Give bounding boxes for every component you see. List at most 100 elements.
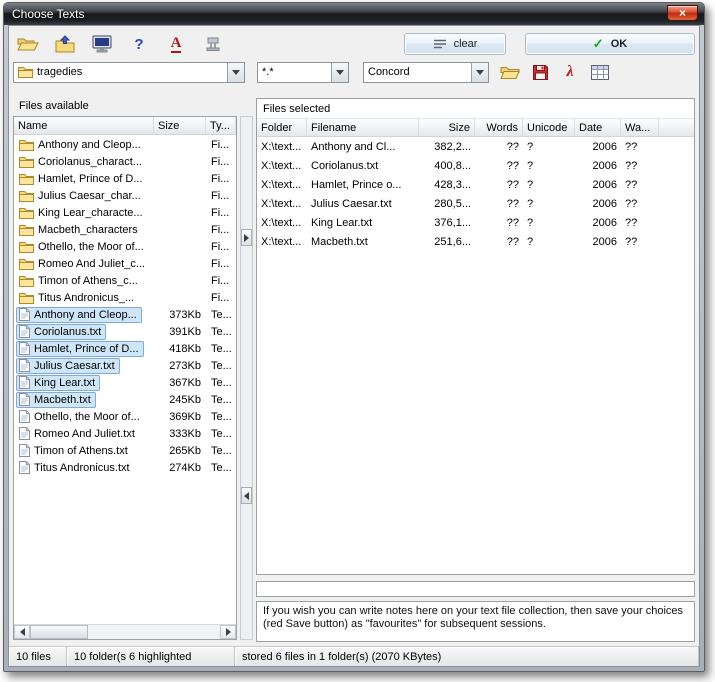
scroll-right-button[interactable] (220, 625, 236, 639)
folder-icon (19, 190, 34, 202)
cell-date: 2006 (575, 198, 621, 210)
titlebar[interactable]: Choose Texts (4, 3, 704, 25)
move-right-button[interactable] (241, 229, 252, 246)
folder-combo-arrow[interactable] (227, 63, 244, 82)
folder-icon (19, 241, 34, 253)
cell-filename: Anthony and Cl... (307, 141, 419, 153)
help-button[interactable]: ? (124, 32, 154, 56)
cell-folder: X:\text... (257, 141, 307, 153)
list-item[interactable]: Timon of Athens.txt265KbTe... (14, 442, 236, 459)
pattern-combo[interactable]: *.* (257, 62, 349, 83)
list-item[interactable]: Anthony and Cleop...Fi... (14, 136, 236, 153)
file-name: Anthony and Cleop... (34, 309, 137, 321)
table-row[interactable]: X:\text...Julius Caesar.txt280,5...???20… (257, 194, 694, 213)
view-button[interactable] (87, 32, 117, 56)
list-item[interactable]: Romeo And Juliet_c...Fi... (14, 255, 236, 272)
file-icon (19, 359, 30, 372)
tool-combo-arrow[interactable] (471, 63, 488, 82)
table-row[interactable]: X:\text...Hamlet, Prince o...428,3...???… (257, 175, 694, 194)
list-item[interactable]: Othello, the Moor of...Fi... (14, 238, 236, 255)
file-type: Fi... (206, 207, 236, 219)
scroll-left-button[interactable] (14, 625, 30, 639)
list-item[interactable]: Julius Caesar.txt273KbTe... (14, 357, 236, 374)
file-icon (19, 308, 30, 321)
dropdown-arrow-icon (476, 70, 484, 75)
stats-button[interactable] (587, 61, 613, 83)
list-item[interactable]: Macbeth_charactersFi... (14, 221, 236, 238)
cell-unicode: ? (523, 198, 575, 210)
column-header[interactable]: Name (14, 117, 154, 134)
column-header[interactable]: Unicode (523, 119, 575, 136)
close-button[interactable]: × (667, 5, 698, 21)
file-icon (19, 427, 30, 440)
folder-icon (19, 275, 34, 287)
list-item[interactable]: Romeo And Juliet.txt333KbTe... (14, 425, 236, 442)
selection-box: Macbeth_characters (16, 222, 143, 238)
close-icon: × (679, 7, 686, 19)
font-button[interactable]: A (161, 32, 191, 56)
pattern-combo-arrow[interactable] (331, 63, 348, 82)
folder-up-button[interactable] (50, 32, 80, 56)
list-item[interactable]: King Lear_characte... Fi... (14, 204, 236, 221)
table-row[interactable]: X:\text...Anthony and Cl...382,2...???20… (257, 137, 694, 156)
selection-box: Hamlet, Prince of D... (16, 171, 148, 187)
file-name: Othello, the Moor of... (38, 241, 144, 253)
scrollbar-track[interactable] (30, 625, 220, 639)
script-icon: λ (566, 63, 573, 81)
list-item[interactable]: Titus Andronicus_...Fi... (14, 289, 236, 306)
window-frame: ? A clear ✓ OK (4, 25, 704, 671)
pattern-combo-value: *.* (262, 66, 327, 78)
browse-button[interactable] (497, 61, 523, 83)
column-header[interactable]: Size (419, 119, 475, 136)
scrollbar-thumb[interactable] (30, 625, 88, 639)
selection-box: King Lear.txt (16, 375, 100, 391)
folder-combo[interactable]: tragedies (13, 62, 245, 83)
list-item[interactable]: Julius Caesar_char...Fi... (14, 187, 236, 204)
file-icon (19, 461, 30, 474)
script-button[interactable]: λ (557, 61, 583, 83)
files-selected-title: Files selected (257, 99, 694, 118)
cell-folder: X:\text... (257, 198, 307, 210)
list-item[interactable]: Coriolanus.txt391KbTe... (14, 323, 236, 340)
list-item[interactable]: Titus Andronicus.txt274KbTe... (14, 459, 236, 476)
pin-button[interactable] (198, 32, 228, 56)
selection-box: King Lear_characte... (16, 205, 148, 221)
file-name: Romeo And Juliet_c... (38, 258, 145, 270)
horizontal-scrollbar[interactable] (14, 624, 236, 639)
save-favourites-button[interactable] (527, 61, 553, 83)
ok-button[interactable]: ✓ OK (525, 33, 695, 55)
file-name: Macbeth_characters (38, 224, 138, 236)
file-name: Titus Andronicus_... (38, 292, 134, 304)
list-item[interactable]: Anthony and Cleop...373KbTe... (14, 306, 236, 323)
notes-input[interactable] (256, 581, 695, 597)
column-header[interactable]: Date (575, 119, 621, 136)
column-header[interactable]: Words (475, 119, 523, 136)
list-item[interactable]: King Lear.txt367KbTe... (14, 374, 236, 391)
clear-button[interactable]: clear (404, 33, 506, 55)
file-name: Julius Caesar_char... (38, 190, 141, 202)
file-type: Te... (206, 394, 236, 406)
move-left-button[interactable] (241, 487, 252, 504)
font-icon: A (171, 36, 182, 53)
column-header[interactable]: Size (154, 117, 206, 134)
table-row[interactable]: X:\text...Macbeth.txt251,6...???2006?? (257, 232, 694, 251)
open-folder-button[interactable] (13, 32, 43, 56)
list-item[interactable]: Timon of Athens_c...Fi... (14, 272, 236, 289)
cell-unicode: ? (523, 160, 575, 172)
column-header[interactable]: Wa... (621, 119, 659, 136)
cell-date: 2006 (575, 179, 621, 191)
table-row[interactable]: X:\text...Coriolanus.txt400,8...???2006?… (257, 156, 694, 175)
list-item[interactable]: Othello, the Moor of...369KbTe... (14, 408, 236, 425)
list-item[interactable]: Hamlet, Prince of D...418KbTe... (14, 340, 236, 357)
table-row[interactable]: X:\text...King Lear.txt376,1...???2006?? (257, 213, 694, 232)
file-size: 274Kb (154, 462, 206, 474)
column-header[interactable]: Filename (307, 119, 419, 136)
column-header[interactable]: Folder (257, 119, 307, 136)
column-header[interactable]: Ty... (206, 117, 236, 134)
file-name: Timon of Athens.txt (34, 445, 128, 457)
list-item[interactable]: Macbeth.txt245KbTe... (14, 391, 236, 408)
list-item[interactable]: Coriolanus_charact...Fi... (14, 153, 236, 170)
list-item[interactable]: Hamlet, Prince of D...Fi... (14, 170, 236, 187)
tool-combo[interactable]: Concord (363, 62, 489, 83)
selection-box: Hamlet, Prince of D... (16, 341, 144, 357)
